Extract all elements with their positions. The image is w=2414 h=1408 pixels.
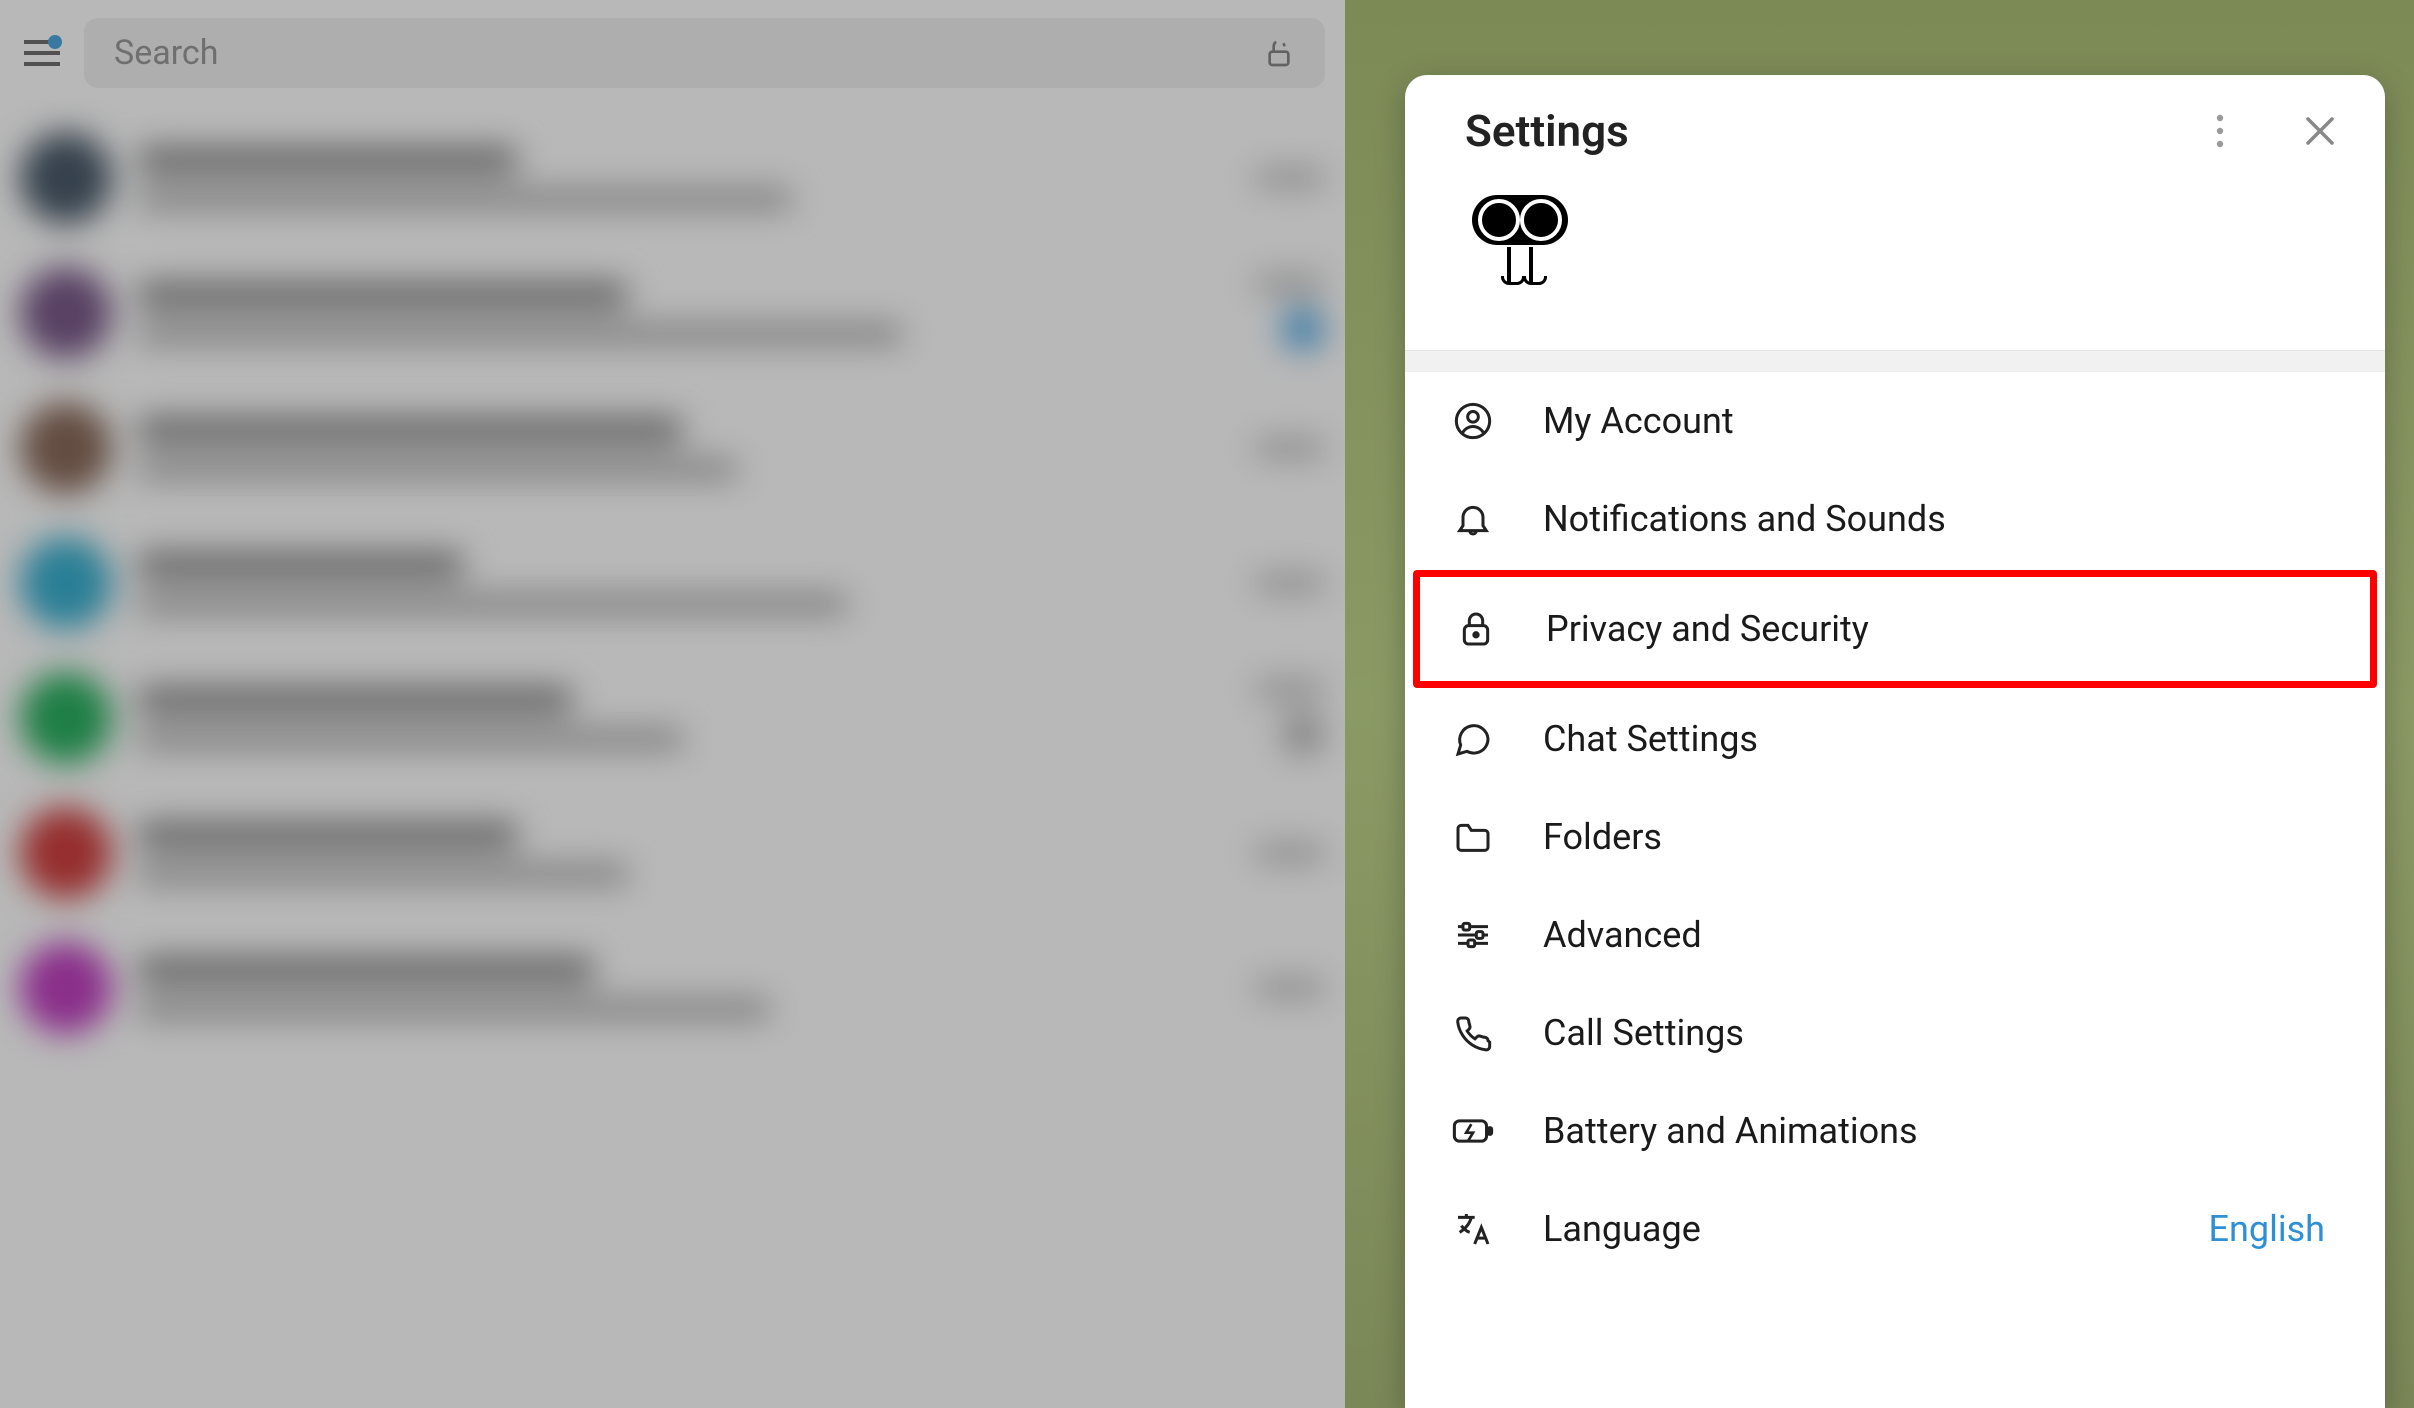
close-button[interactable] [2295, 106, 2345, 156]
language-icon [1451, 1207, 1495, 1251]
settings-menu-list: My Account Notifications and Sounds [1405, 372, 2385, 1278]
menu-label: Chat Settings [1543, 718, 2339, 760]
app-root: Settings [0, 0, 2414, 1408]
more-menu-button[interactable] [2195, 106, 2245, 156]
account-icon [1451, 399, 1495, 443]
settings-title: Settings [1465, 105, 2175, 157]
sidebar-top-bar [0, 0, 1345, 105]
settings-item-notifications[interactable]: Notifications and Sounds [1405, 470, 2385, 568]
search-bar[interactable] [84, 18, 1325, 88]
profile-section[interactable] [1405, 175, 2385, 350]
chat-list-sidebar [0, 0, 1345, 1408]
settings-item-advanced[interactable]: Advanced [1405, 886, 2385, 984]
menu-label: Advanced [1543, 914, 2339, 956]
chat-list-blurred [0, 110, 1345, 1408]
menu-label: Privacy and Security [1546, 608, 2336, 650]
settings-item-language[interactable]: Language English [1405, 1180, 2385, 1278]
section-divider [1405, 350, 2385, 372]
settings-item-call-settings[interactable]: Call Settings [1405, 984, 2385, 1082]
settings-panel: Settings [1405, 75, 2385, 1408]
unread-badge [48, 35, 62, 49]
folder-icon [1451, 815, 1495, 859]
menu-button[interactable] [20, 31, 64, 75]
menu-label: Battery and Animations [1543, 1110, 2339, 1152]
phone-icon [1451, 1011, 1495, 1055]
search-input[interactable] [114, 33, 1243, 73]
profile-avatar [1465, 195, 1575, 290]
menu-label: My Account [1543, 400, 2339, 442]
chat-icon [1451, 717, 1495, 761]
settings-header: Settings [1405, 75, 2385, 175]
close-icon [2305, 116, 2335, 146]
menu-label: Language [1543, 1208, 2161, 1250]
sliders-icon [1451, 913, 1495, 957]
settings-item-chat-settings[interactable]: Chat Settings [1405, 690, 2385, 788]
chat-background: Settings [1345, 0, 2414, 1408]
settings-item-my-account[interactable]: My Account [1405, 372, 2385, 470]
menu-label: Folders [1543, 816, 2339, 858]
settings-item-privacy-security[interactable]: Privacy and Security [1413, 570, 2377, 688]
bell-icon [1451, 497, 1495, 541]
menu-label: Call Settings [1543, 1012, 2339, 1054]
language-value: English [2209, 1208, 2339, 1250]
unlock-icon[interactable] [1263, 37, 1295, 69]
battery-icon [1451, 1109, 1495, 1153]
settings-item-folders[interactable]: Folders [1405, 788, 2385, 886]
settings-item-battery-animations[interactable]: Battery and Animations [1405, 1082, 2385, 1180]
menu-label: Notifications and Sounds [1543, 498, 2339, 540]
lock-icon [1454, 607, 1498, 651]
kebab-icon [2216, 114, 2224, 148]
